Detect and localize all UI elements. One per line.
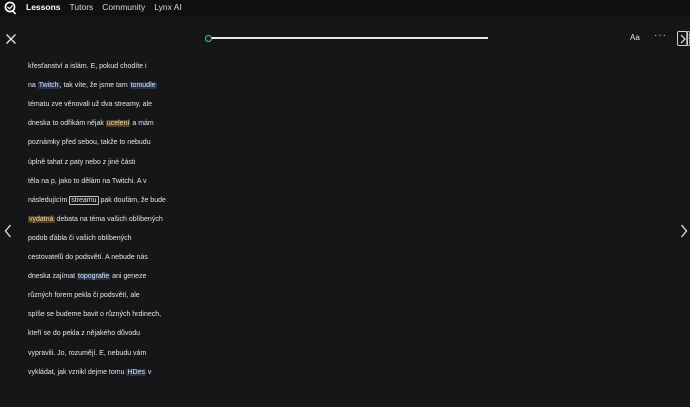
text-segment[interactable]: spíše se budeme bavit o různých hrdinech… xyxy=(28,311,161,318)
main-nav: Lessons Tutors Community Lynx AI xyxy=(26,2,182,12)
text-segment[interactable]: křesťanství a islám. E, pokud chodíte i xyxy=(28,63,147,70)
text-line: poznámky před sebou, takže to nebudu xyxy=(28,138,151,147)
text-segment[interactable]: cestovatelů do podsvětí. A nebude nás xyxy=(28,254,148,261)
known-word-highlight[interactable]: HDes xyxy=(126,368,146,376)
text-line: vykládat, jak vznikl dejme tomu HDes v xyxy=(28,368,151,377)
nav-item-lynx-ai[interactable]: Lynx AI xyxy=(154,2,182,12)
text-line: křesťanství a islám. E, pokud chodíte i xyxy=(28,62,147,71)
sidebar-panel-icon[interactable] xyxy=(686,31,690,46)
text-segment[interactable]: v xyxy=(146,369,152,376)
text-segment[interactable]: těla na p, jako to dělám na Twitchi. A v xyxy=(28,178,147,185)
text-segment[interactable]: poznámky před sebou, takže to nebudu xyxy=(28,139,151,146)
text-line: tématu zve věnovali už dva streamy, ale xyxy=(28,100,152,109)
text-line: vydatná debata na téma vašich oblíbených xyxy=(28,215,163,224)
text-segment[interactable]: dneska zajímat xyxy=(28,273,77,280)
text-line: následujícím streamu pak doufám, že bude xyxy=(28,195,166,205)
lingq-logo-icon[interactable] xyxy=(3,1,17,15)
known-word-highlight[interactable]: Twitch xyxy=(37,82,60,90)
text-line: úplně tahat z paty nebo z jiné části xyxy=(28,158,135,167)
text-line: kteří se do pekla z nějakého důvodu xyxy=(28,329,140,338)
nav-item-lessons[interactable]: Lessons xyxy=(26,2,61,12)
text-segment[interactable]: , tak víte, že jsme tam xyxy=(60,82,130,89)
nav-item-community[interactable]: Community xyxy=(102,2,145,12)
text-segment[interactable]: na xyxy=(28,82,38,89)
nav-item-tutors[interactable]: Tutors xyxy=(70,2,94,12)
more-options-button[interactable]: ··· xyxy=(654,30,667,41)
text-segment[interactable]: úplně tahat z paty nebo z jiné části xyxy=(28,159,135,166)
text-line: dneska zajímat topografie ani geneze xyxy=(28,272,146,281)
next-page-button[interactable] xyxy=(680,224,688,238)
known-word-highlight[interactable]: tomudle xyxy=(129,82,157,90)
text-segment[interactable]: kteří se do pekla z nějakého důvodu xyxy=(28,330,140,337)
text-segment[interactable]: tématu zve věnovali už dva streamy, ale xyxy=(28,101,152,108)
text-segment[interactable]: pak doufám, že bude xyxy=(99,197,165,204)
lesson-progress-track[interactable] xyxy=(208,37,488,39)
close-icon[interactable] xyxy=(5,33,17,45)
text-segment[interactable]: vypravili. Jo, rozumějí. E, nebudu vám xyxy=(28,350,146,357)
previous-page-button[interactable] xyxy=(4,224,12,238)
selected-word[interactable]: streamu xyxy=(69,195,99,205)
text-line: různých forem pekla či podsvětí, ale xyxy=(28,291,140,300)
lingq-word-highlight[interactable]: vydatná xyxy=(28,215,55,223)
text-line: na Twitch, tak víte, že jsme tam tomudle xyxy=(28,81,157,90)
text-segment[interactable]: ani geneze xyxy=(110,273,146,280)
text-segment[interactable]: následujícím xyxy=(28,197,69,204)
text-line: cestovatelů do podsvětí. A nebude nás xyxy=(28,253,148,262)
font-settings-button[interactable]: Aa xyxy=(630,33,640,42)
text-line: těla na p, jako to dělám na Twitchi. A v xyxy=(28,177,147,186)
text-line: spíše se budeme bavit o různých hrdinech… xyxy=(28,310,161,319)
lingq-word-highlight[interactable]: ucelení xyxy=(105,120,131,128)
top-navigation-bar: Lessons Tutors Community Lynx AI xyxy=(0,0,690,16)
text-segment[interactable]: různých forem pekla či podsvětí, ale xyxy=(28,292,140,299)
text-segment[interactable]: debata na téma vašich oblíbených xyxy=(55,216,162,223)
text-segment[interactable]: a mám xyxy=(130,120,153,127)
text-line: podob ďábla či vašich oblíbených xyxy=(28,234,132,243)
known-word-highlight[interactable]: topografie xyxy=(77,273,111,281)
text-segment[interactable]: vykládat, jak vznikl dejme tomu xyxy=(28,369,126,376)
text-line: vypravili. Jo, rozumějí. E, nebudu vám xyxy=(28,349,146,358)
lesson-progress-handle[interactable] xyxy=(205,35,212,42)
text-segment[interactable]: dneska to odřikám nějak xyxy=(28,120,106,127)
text-line: dneska to odřikám nějak ucelení a mám xyxy=(28,119,154,128)
text-segment[interactable]: podob ďábla či vašich oblíbených xyxy=(28,235,132,242)
